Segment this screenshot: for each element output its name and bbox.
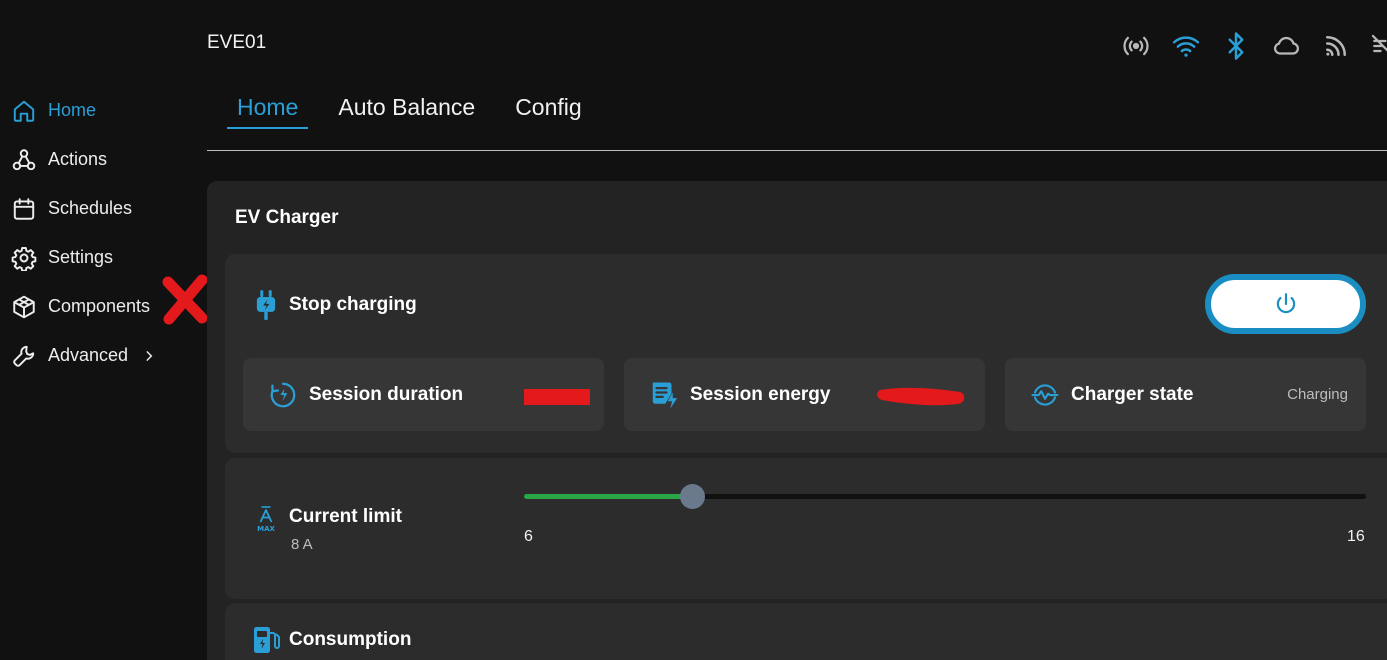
sidebar-item-label: Settings [48, 247, 114, 267]
slider-fill [524, 494, 693, 499]
ev-plug-icon [251, 288, 281, 322]
sidebar-item-label: Home [48, 100, 97, 120]
stop-charging-row: Stop charging [251, 288, 417, 322]
cloud-icon[interactable] [1268, 28, 1304, 64]
rss-icon[interactable] [1318, 28, 1354, 64]
chevron-right-icon [146, 350, 153, 361]
red-x-annotation [162, 274, 208, 325]
calendar-icon [10, 195, 38, 223]
session-energy-tile: Session energy [624, 358, 985, 431]
sidebar-item-label: Components [48, 296, 151, 316]
amp-max-icon: MAX [251, 500, 281, 534]
sidebar-item-actions[interactable]: Actions [0, 135, 207, 184]
wifi-icon[interactable] [1168, 28, 1204, 64]
charging-station-icon [251, 623, 281, 657]
consumption-label: Consumption [289, 629, 412, 650]
session-duration-label: Session duration [309, 383, 464, 405]
wrench-icon [10, 342, 38, 370]
sidebar-item-label: Advanced [48, 345, 129, 365]
slider-min-label: 6 [524, 528, 533, 545]
redaction-mark [877, 387, 965, 406]
redaction-mark [524, 389, 590, 405]
pulse-icon [1029, 379, 1061, 411]
sidebar-item-label: Schedules [48, 198, 133, 218]
gear-icon [10, 244, 38, 272]
current-limit-slider[interactable] [524, 484, 1366, 509]
tab-config[interactable]: Config [515, 90, 581, 129]
session-duration-tile: Session duration [243, 358, 604, 431]
current-limit-label: Current limit [289, 506, 402, 527]
sim-icon[interactable] [1368, 28, 1387, 64]
slider-max-label: 16 [1347, 528, 1365, 545]
tab-home[interactable]: Home [227, 90, 309, 129]
current-limit-value: 8 A [291, 536, 313, 553]
sidebar-item-advanced[interactable]: Advanced [0, 331, 207, 380]
energy-doc-icon [648, 379, 680, 411]
svg-text:MAX: MAX [257, 525, 275, 533]
sidebar-item-schedules[interactable]: Schedules [0, 184, 207, 233]
device-name: EVE01 [207, 32, 267, 53]
webhook-icon [10, 146, 38, 174]
session-energy-label: Session energy [690, 383, 831, 405]
stop-charging-label: Stop charging [289, 294, 417, 315]
current-limit-row: MAX Current limit [251, 500, 402, 534]
consumption-row: Consumption [251, 623, 411, 657]
tab-bar: Home Auto Balance Config [207, 90, 622, 129]
sidebar: Home Actions Schedules Settings Componen… [0, 86, 207, 380]
charger-state-label: Charger state [1071, 383, 1194, 405]
power-icon [1276, 293, 1295, 314]
timer-bolt-icon [267, 379, 299, 411]
sidebar-item-home[interactable]: Home [0, 86, 207, 135]
power-toggle-button[interactable] [1205, 274, 1366, 334]
broadcast-icon[interactable] [1118, 28, 1154, 64]
bluetooth-icon[interactable] [1218, 28, 1254, 64]
panel-title: EV Charger [235, 207, 339, 228]
cube-icon [10, 293, 38, 321]
tab-divider [207, 150, 1387, 151]
charger-state-tile: Charger state Charging [1005, 358, 1366, 431]
sidebar-item-label: Actions [48, 149, 108, 169]
status-icons [1118, 28, 1387, 64]
charger-state-value: Charging [1287, 386, 1348, 403]
tab-auto-balance[interactable]: Auto Balance [338, 90, 475, 129]
home-icon [10, 97, 38, 125]
